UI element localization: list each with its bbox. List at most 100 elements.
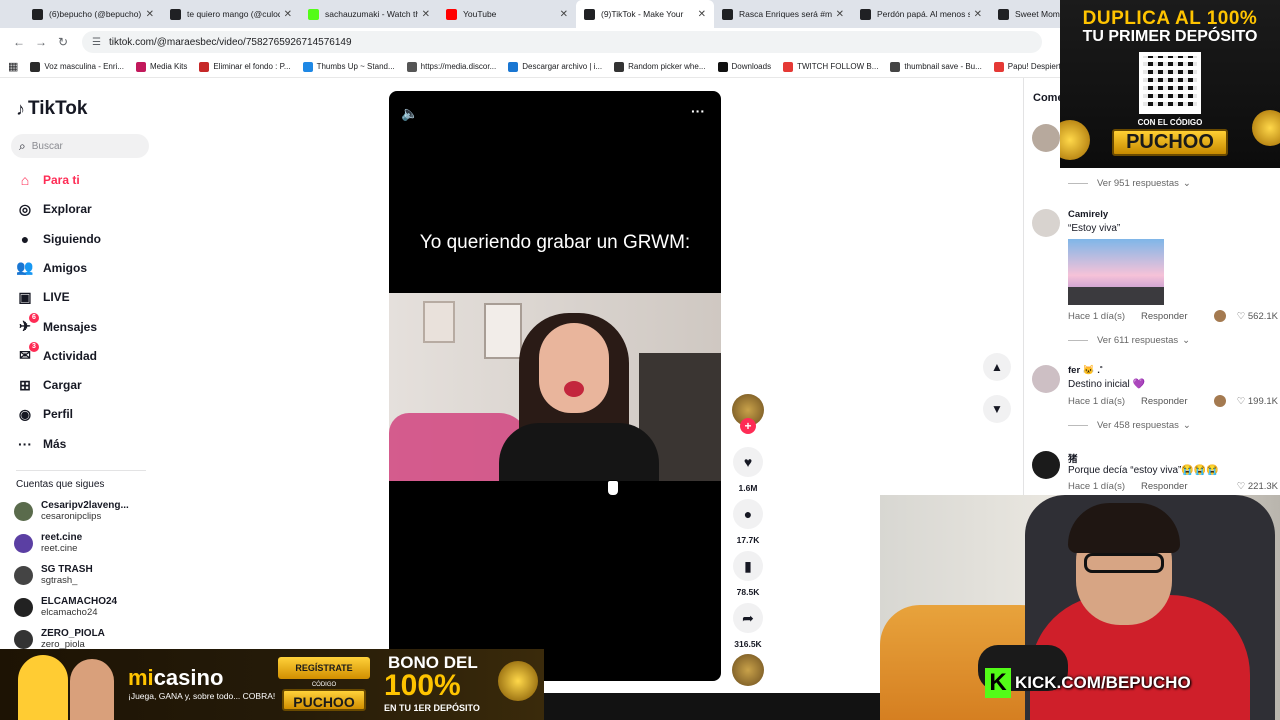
bookmark-item[interactable]: https://media.discor... [406, 61, 497, 72]
avatar[interactable] [1032, 124, 1060, 152]
volume-icon[interactable]: 🔈 [401, 105, 418, 122]
comment-gif-image[interactable] [1068, 239, 1164, 305]
sidebar-item-live[interactable]: ▣ LIVE [16, 287, 69, 307]
save-button[interactable]: ▮ 78.5K [732, 551, 764, 597]
browser-tab[interactable]: sachauzumaki - Watch th ✕ [300, 0, 438, 28]
creator-liked-avatar [1213, 395, 1226, 407]
account-handle: reet.cine [41, 543, 78, 554]
comment-likes[interactable]: ♡ 221.3K [1237, 481, 1278, 492]
comment-user[interactable]: fer 🐱 .˚ [1068, 365, 1103, 376]
music-disc[interactable] [732, 654, 764, 686]
like-count: 221.3K [1247, 481, 1278, 492]
comment-user[interactable]: 猪 [1068, 451, 1078, 465]
browser-tab[interactable]: YouTube ✕ [438, 0, 576, 28]
more-options-icon[interactable]: ··· [691, 103, 705, 119]
sidebar-item-label: Siguiendo [43, 231, 101, 246]
bookmark-item[interactable]: Thumbs Up ~ Stand... [302, 61, 395, 72]
view-replies-button[interactable]: Ver 611 respuestas ⌄ [1068, 335, 1190, 346]
bookmark-item[interactable]: Papu! Despierta [993, 61, 1065, 72]
bookmark-label: thumbnail save - Bu... [904, 62, 982, 71]
previous-video-button[interactable]: ▲ [983, 353, 1011, 381]
avatar[interactable] [1032, 365, 1060, 393]
reply-button[interactable]: Responder [1141, 481, 1187, 492]
like-count: 562.1K [1247, 310, 1278, 322]
sidebar-item-siguiendo[interactable]: ● Siguiendo [16, 229, 101, 249]
following-account[interactable]: ZERO_PIOLA zero_piola [14, 628, 105, 650]
sidebar-item-mensajes[interactable]: ✈ 6 Mensajes [16, 312, 97, 337]
view-replies-button[interactable]: Ver 458 respuestas ⌄ [1068, 420, 1191, 431]
reply-button[interactable]: Responder [1141, 311, 1187, 322]
bookmark-label: https://media.discor... [420, 62, 497, 71]
comment-user[interactable]: Camirely [1068, 209, 1108, 220]
bookmark-icon[interactable]: ▮ [733, 551, 763, 581]
comment-likes[interactable]: ♡ 562.1K [1237, 311, 1278, 322]
view-replies-label: Ver 611 respuestas [1097, 335, 1179, 346]
sidebar-item-para-ti[interactable]: ⌂ Para ti [16, 170, 80, 190]
creator-avatar[interactable]: + [732, 394, 764, 434]
bookmark-item[interactable]: Media Kits [136, 61, 187, 72]
bookmark-item[interactable]: Voz masculina - Enri... [30, 61, 124, 72]
following-account[interactable]: ELCAMACHO24 elcamacho24 [14, 596, 117, 618]
kick-logo-icon: K [985, 668, 1011, 698]
heart-icon[interactable]: ♥ [733, 447, 763, 477]
apps-icon[interactable]: ▦ [8, 60, 18, 73]
back-icon[interactable]: ← [8, 35, 30, 49]
view-replies-label: Ver 458 respuestas [1097, 420, 1179, 431]
bookmark-favicon-icon [993, 61, 1004, 72]
comment-likes[interactable]: ♡ 199.1K [1237, 396, 1278, 407]
bookmark-item[interactable]: Downloads [717, 61, 771, 72]
close-icon[interactable]: ✕ [974, 9, 982, 20]
bookmark-favicon-icon [614, 61, 625, 72]
avatar[interactable] [1032, 209, 1060, 237]
site-info-icon[interactable]: ☰ [92, 37, 101, 48]
next-video-button[interactable]: ▼ [983, 395, 1011, 423]
reply-button[interactable]: Responder [1141, 396, 1187, 407]
follow-plus-icon[interactable]: + [740, 418, 756, 434]
tab-favicon-icon [32, 8, 43, 20]
avatar [14, 629, 33, 649]
music-disc-icon[interactable] [732, 654, 764, 686]
browser-tab[interactable]: (6)bepucho (@bepucho) | ✕ [24, 0, 162, 28]
video-player[interactable]: 🔈 ··· Yo queriendo grabar un GRWM: [389, 91, 721, 681]
view-replies-button[interactable]: Ver 951 respuestas ⌄ [1068, 178, 1191, 189]
close-icon[interactable]: ✕ [146, 9, 154, 20]
close-icon[interactable]: ✕ [284, 9, 292, 20]
activity-icon: ✉ 3 [16, 341, 39, 365]
reload-icon[interactable]: ↻ [52, 35, 74, 49]
search-input[interactable]: ⌕ Buscar [11, 134, 149, 158]
home-icon: ⌂ [20, 172, 30, 188]
browser-tab[interactable]: Perdón papá. Al menos s ✕ [852, 0, 990, 28]
bookmark-item[interactable]: thumbnail save - Bu... [890, 61, 982, 72]
close-icon[interactable]: ✕ [422, 9, 430, 20]
close-icon[interactable]: ✕ [560, 9, 568, 20]
avatar[interactable] [1032, 451, 1060, 479]
share-button[interactable]: ➦ 316.5K [732, 603, 764, 649]
share-icon[interactable]: ➦ [733, 603, 763, 633]
sidebar-item-perfil[interactable]: ◉ Perfil [16, 404, 73, 424]
tiktok-logo[interactable]: ♪ TikTok [16, 98, 87, 120]
close-icon[interactable]: ✕ [836, 9, 844, 20]
following-account[interactable]: reet.cine reet.cine [14, 532, 82, 554]
forward-icon[interactable]: → [30, 35, 52, 49]
comment-button[interactable]: ● 17.7K [732, 499, 764, 545]
bookmark-item[interactable]: Random picker whe... [614, 61, 706, 72]
sidebar-item-amigos[interactable]: 👥 Amigos [16, 258, 87, 278]
comment-icon[interactable]: ● [733, 499, 763, 529]
browser-tab[interactable]: te quiero mango (@culod ✕ [162, 0, 300, 28]
bookmark-item[interactable]: TWITCH FOLLOW B... [783, 61, 878, 72]
following-account[interactable]: Cesaripv2laveng... cesaronipclips [14, 500, 129, 522]
url-input[interactable]: ☰ tiktok.com/@maraesbec/video/7582765926… [82, 31, 1042, 53]
close-icon[interactable]: ✕ [698, 9, 706, 20]
browser-tab[interactable]: (9)TikTok - Make Your ✕ [576, 0, 714, 28]
following-account[interactable]: SG TRASH sgtrash_ [14, 564, 93, 586]
bookmark-item[interactable]: Descargar archivo | i... [508, 61, 602, 72]
chevron-up-icon: ▲ [991, 360, 1003, 374]
messages-icon: ✈ 6 [16, 312, 39, 336]
sidebar-item-más[interactable]: ··· Más [16, 434, 66, 454]
browser-tab[interactable]: Rasca Enriques será #me ✕ [714, 0, 852, 28]
sidebar-item-explorar[interactable]: ◎ Explorar [16, 199, 92, 219]
sidebar-item-cargar[interactable]: ⊞ Cargar [16, 375, 82, 395]
like-button[interactable]: ♥ 1.6M [732, 447, 764, 493]
sidebar-item-actividad[interactable]: ✉ 3 Actividad [16, 341, 97, 366]
bookmark-item[interactable]: Eliminar el fondo : P... [199, 61, 291, 72]
